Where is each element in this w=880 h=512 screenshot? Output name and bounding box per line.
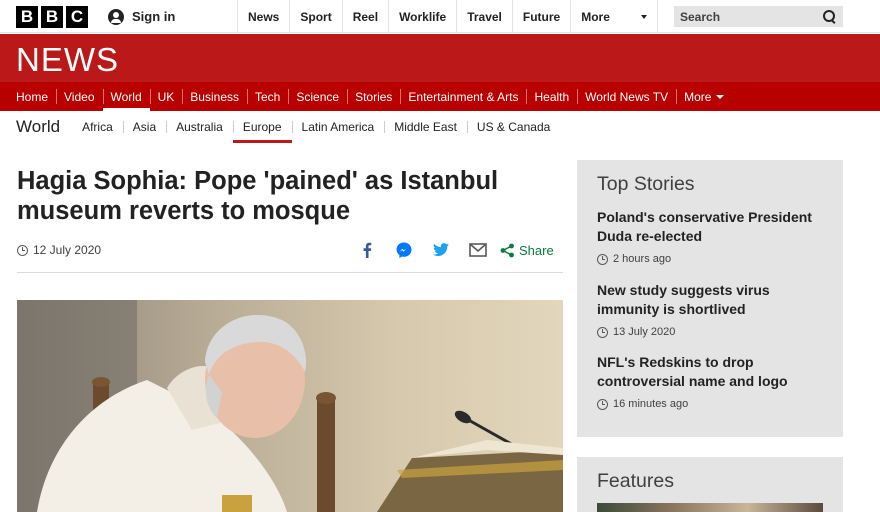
top-nav-more[interactable]: More: [570, 0, 659, 33]
news-header: NEWS: [0, 34, 880, 82]
features-panel: Features: [577, 457, 843, 512]
top-story-title[interactable]: Poland's conservative President Duda re-…: [597, 208, 827, 246]
chevron-down-icon: [641, 14, 648, 19]
user-icon: [108, 8, 124, 25]
section-nav-video[interactable]: Video: [56, 82, 102, 111]
section-nav-more[interactable]: More: [676, 82, 732, 111]
top-stories-title: Top Stories: [597, 173, 695, 195]
top-story-item[interactable]: Poland's conservative President Duda re-…: [597, 208, 827, 265]
section-nav-science[interactable]: Science: [288, 82, 347, 111]
top-nav-travel[interactable]: Travel: [456, 0, 512, 33]
section-nav: Home Video World UK Business Tech Scienc…: [0, 82, 880, 111]
top-nav-news[interactable]: News: [237, 0, 289, 33]
top-story-time-text: 13 July 2020: [613, 326, 676, 338]
feature-thumbnail[interactable]: [597, 503, 823, 512]
top-stories-panel: Top Stories Poland's conservative Presid…: [577, 160, 843, 437]
share-label: Share: [519, 242, 554, 258]
top-story-time-text: 2 hours ago: [613, 253, 672, 265]
top-story-title[interactable]: New study suggests virus immunity is sho…: [597, 281, 827, 319]
article-hero-image: [17, 300, 563, 512]
bbc-logo-letter: B: [41, 6, 63, 28]
article-divider: [17, 272, 563, 273]
share-button[interactable]: Share: [496, 240, 554, 260]
sign-in-link[interactable]: Sign in: [108, 0, 189, 33]
features-title: Features: [597, 470, 674, 492]
clock-icon: [597, 253, 608, 265]
twitter-icon[interactable]: [422, 240, 459, 260]
email-icon[interactable]: [459, 240, 496, 260]
bbc-logo-letter: C: [66, 6, 88, 28]
top-story-title[interactable]: NFL's Redskins to drop controversial nam…: [597, 353, 827, 391]
bbc-top-bar: B B C Sign in News Sport Reel Worklife T…: [0, 0, 880, 33]
bbc-top-nav: News Sport Reel Worklife Travel Future M…: [237, 0, 659, 33]
sub-nav-middle-east[interactable]: Middle East: [384, 111, 467, 143]
sub-nav-australia[interactable]: Australia: [166, 111, 233, 143]
section-nav-home[interactable]: Home: [8, 82, 56, 111]
top-story-item[interactable]: New study suggests virus immunity is sho…: [597, 281, 827, 338]
section-nav-more-label: More: [684, 89, 712, 104]
article-date-text: 12 July 2020: [33, 243, 102, 257]
article-headline: Hagia Sophia: Pope 'pained' as Istanbul …: [17, 167, 499, 225]
search-input[interactable]: Search: [674, 6, 843, 27]
world-sub-nav: World Africa Asia Australia Europe Latin…: [0, 111, 880, 143]
clock-icon: [17, 244, 28, 256]
chevron-down-icon: [716, 94, 725, 99]
section-nav-world[interactable]: World: [102, 82, 150, 111]
sub-nav-asia[interactable]: Asia: [122, 111, 166, 143]
sub-nav-europe[interactable]: Europe: [232, 111, 292, 143]
sub-nav-us-canada[interactable]: US & Canada: [466, 111, 560, 143]
top-nav-sport[interactable]: Sport: [289, 0, 341, 33]
search-icon[interactable]: [823, 9, 837, 24]
share-icon: [500, 243, 514, 257]
top-nav-reel[interactable]: Reel: [341, 0, 388, 33]
share-tools: Share: [348, 240, 554, 260]
search-placeholder: Search: [680, 9, 721, 24]
section-nav-business[interactable]: Business: [182, 82, 247, 111]
bbc-logo[interactable]: B B C: [16, 6, 88, 28]
section-nav-tech[interactable]: Tech: [247, 82, 288, 111]
sub-nav-africa[interactable]: Africa: [72, 111, 123, 143]
top-story-time: 2 hours ago: [597, 253, 827, 265]
clock-icon: [597, 326, 608, 338]
article-date: 12 July 2020: [17, 243, 101, 257]
top-story-time-text: 16 minutes ago: [613, 398, 689, 410]
top-nav-more-label: More: [581, 9, 610, 24]
section-nav-health[interactable]: Health: [526, 82, 577, 111]
top-story-time: 16 minutes ago: [597, 398, 827, 410]
sign-in-label: Sign in: [132, 9, 176, 24]
news-logo[interactable]: NEWS: [16, 41, 119, 79]
facebook-icon[interactable]: [348, 240, 385, 260]
sub-nav-latin-america[interactable]: Latin America: [291, 111, 385, 143]
top-nav-worklife[interactable]: Worklife: [388, 0, 456, 33]
section-nav-stories[interactable]: Stories: [347, 82, 400, 111]
section-nav-uk[interactable]: UK: [149, 82, 183, 111]
world-section-title[interactable]: World: [16, 117, 60, 137]
top-story-item[interactable]: NFL's Redskins to drop controversial nam…: [597, 353, 827, 410]
clock-icon: [597, 398, 608, 410]
messenger-icon[interactable]: [385, 240, 422, 260]
section-nav-world-news-tv[interactable]: World News TV: [577, 82, 676, 111]
bbc-logo-letter: B: [16, 6, 38, 28]
top-story-time: 13 July 2020: [597, 326, 827, 338]
section-nav-entertainment[interactable]: Entertainment & Arts: [400, 82, 526, 111]
top-nav-future[interactable]: Future: [511, 0, 570, 33]
